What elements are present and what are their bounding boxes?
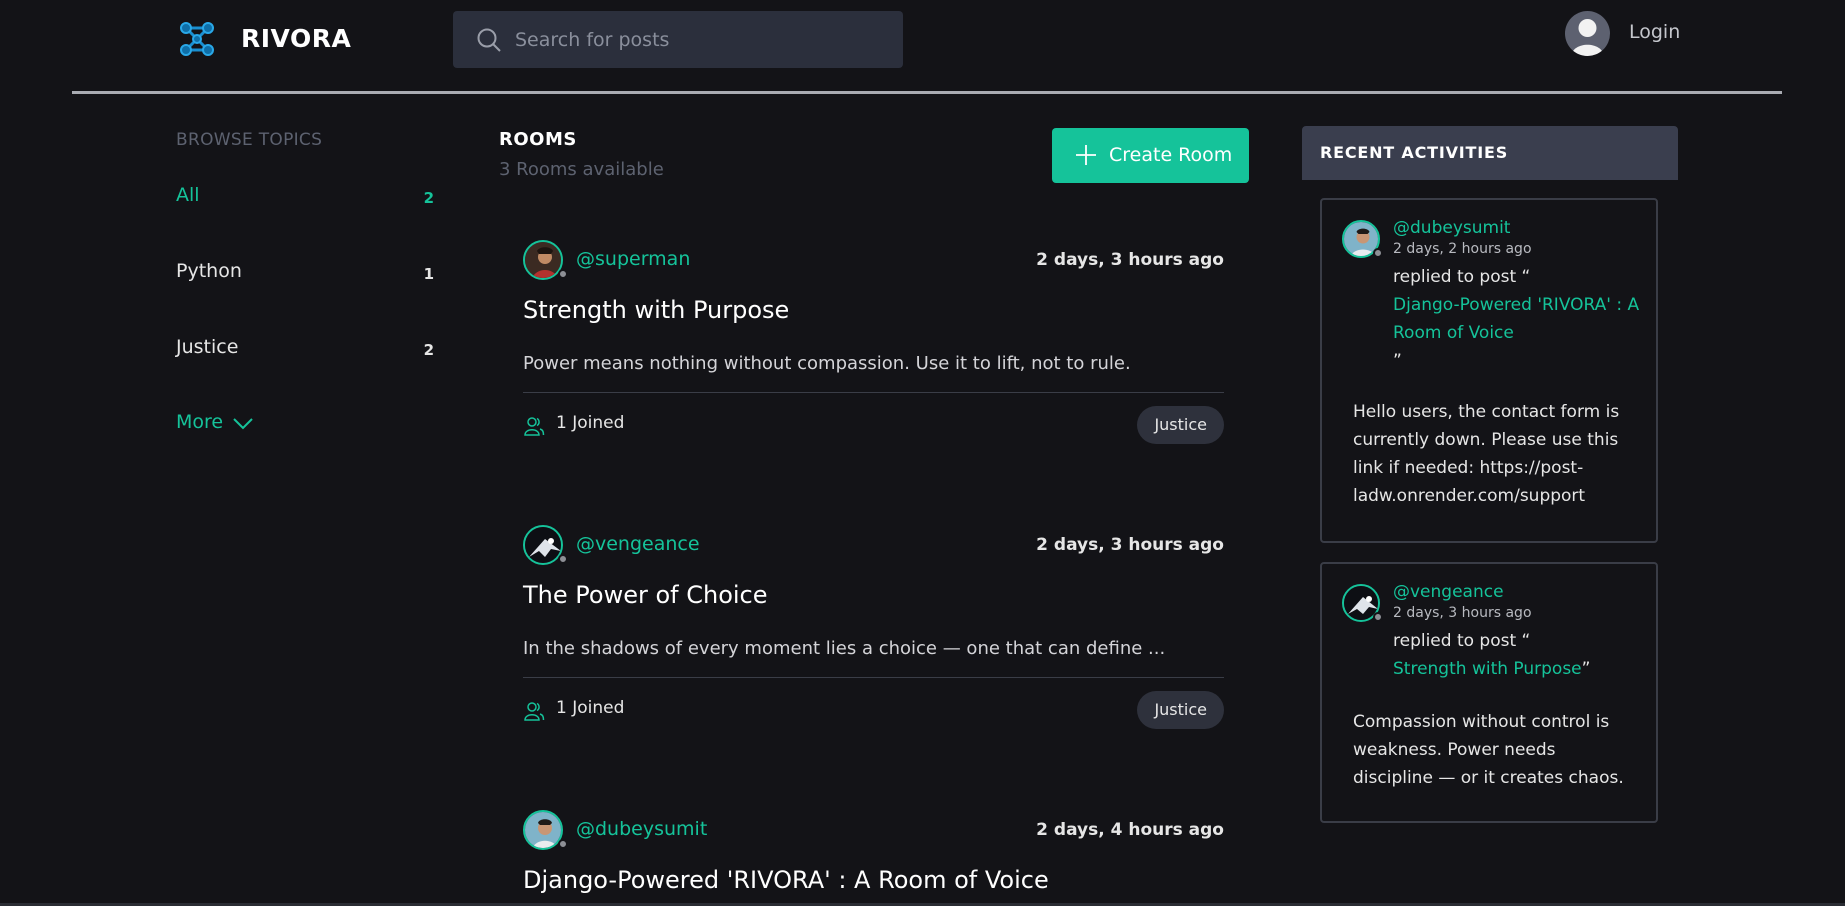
room-card: @superman 2 days, 3 hours ago Strength w… bbox=[523, 240, 1224, 450]
topic-item-all[interactable]: All 2 bbox=[176, 184, 434, 214]
replied-prefix: replied to post “ bbox=[1393, 267, 1531, 287]
create-room-label: Create Room bbox=[1109, 144, 1233, 166]
activity-card: @vengeance 2 days, 3 hours ago replied t… bbox=[1320, 562, 1658, 823]
top-navbar: RIVORA Login bbox=[0, 0, 1845, 96]
activity-message: Compassion without control is weakness. … bbox=[1353, 712, 1624, 788]
search-input[interactable] bbox=[515, 11, 885, 68]
replied-prefix: replied to post “ bbox=[1393, 631, 1531, 651]
room-title-link[interactable]: Django-Powered 'RIVORA' : A Room of Voic… bbox=[523, 866, 1049, 894]
room-divider bbox=[523, 677, 1224, 678]
recent-activities-header: RECENT ACTIVITIES bbox=[1302, 126, 1678, 180]
search-icon bbox=[477, 28, 501, 52]
create-room-button[interactable]: Create Room bbox=[1052, 128, 1249, 183]
room-card: @vengeance 2 days, 3 hours ago The Power… bbox=[523, 525, 1224, 735]
more-topics-link[interactable]: More bbox=[176, 411, 253, 433]
topic-count: 1 bbox=[423, 265, 434, 283]
room-title-link[interactable]: Strength with Purpose bbox=[523, 296, 789, 324]
activity-reply-line: replied to post “ Django-Powered 'RIVORA… bbox=[1393, 263, 1643, 375]
topic-name: Python bbox=[176, 260, 242, 282]
rooms-count: 3 Rooms available bbox=[499, 159, 664, 180]
brand-name[interactable]: RIVORA bbox=[241, 24, 351, 53]
replied-suffix: ” bbox=[1393, 351, 1402, 371]
room-host-link[interactable]: @superman bbox=[576, 248, 690, 270]
room-description: In the shadows of every moment lies a ch… bbox=[523, 638, 1166, 659]
topic-tag[interactable]: Justice bbox=[1137, 691, 1224, 729]
status-dot bbox=[558, 269, 568, 279]
users-icon bbox=[524, 417, 545, 436]
users-icon bbox=[524, 702, 545, 721]
activity-message: Hello users, the contact form is current… bbox=[1353, 402, 1620, 506]
user-avatar[interactable] bbox=[523, 810, 563, 850]
user-avatar[interactable] bbox=[523, 525, 563, 565]
activity-timestamp: 2 days, 3 hours ago bbox=[1393, 605, 1532, 621]
activity-timestamp: 2 days, 2 hours ago bbox=[1393, 241, 1532, 257]
more-label: More bbox=[176, 411, 224, 433]
room-timestamp: 2 days, 3 hours ago bbox=[1036, 250, 1224, 270]
activity-post-link[interactable]: Strength with Purpose bbox=[1393, 659, 1582, 679]
header-divider bbox=[72, 91, 1782, 94]
rooms-heading: ROOMS bbox=[499, 129, 577, 150]
rivora-logo-icon[interactable] bbox=[176, 18, 218, 60]
topic-count: 2 bbox=[423, 341, 434, 359]
activity-reply-line: replied to post “ Strength with Purpose” bbox=[1393, 627, 1643, 683]
topic-item-python[interactable]: Python 1 bbox=[176, 260, 434, 290]
room-timestamp: 2 days, 4 hours ago bbox=[1036, 820, 1224, 840]
activity-user-link[interactable]: @vengeance bbox=[1393, 582, 1504, 602]
topic-name: All bbox=[176, 184, 200, 206]
activity-post-link[interactable]: Django-Powered 'RIVORA' : A Room of Voic… bbox=[1393, 295, 1639, 343]
room-divider bbox=[523, 392, 1224, 393]
recent-activities-title: RECENT ACTIVITIES bbox=[1320, 143, 1509, 162]
search-bar bbox=[453, 11, 903, 68]
topic-name: Justice bbox=[176, 336, 239, 358]
joined-count: 1 Joined bbox=[556, 698, 625, 718]
chevron-down-icon bbox=[233, 418, 253, 430]
topic-tag[interactable]: Justice bbox=[1137, 406, 1224, 444]
status-dot bbox=[558, 554, 568, 564]
topic-count: 2 bbox=[423, 189, 434, 207]
replied-suffix: ” bbox=[1581, 659, 1591, 679]
room-card: @dubeysumit 2 days, 4 hours ago Django-P… bbox=[523, 810, 1224, 906]
room-host-link[interactable]: @dubeysumit bbox=[576, 818, 707, 840]
plus-icon bbox=[1076, 145, 1096, 165]
status-dot bbox=[558, 839, 568, 849]
room-description: Power means nothing without compassion. … bbox=[523, 353, 1131, 374]
activity-card: @dubeysumit 2 days, 2 hours ago replied … bbox=[1320, 198, 1658, 543]
user-silhouette-icon bbox=[1571, 19, 1604, 56]
browse-topics-heading: BROWSE TOPICS bbox=[176, 130, 323, 150]
joined-count: 1 Joined bbox=[556, 413, 625, 433]
room-host-link[interactable]: @vengeance bbox=[576, 533, 700, 555]
room-title-link[interactable]: The Power of Choice bbox=[523, 581, 768, 609]
topic-item-justice[interactable]: Justice 2 bbox=[176, 336, 434, 366]
activity-user-link[interactable]: @dubeysumit bbox=[1393, 218, 1510, 238]
user-avatar[interactable] bbox=[1565, 11, 1610, 56]
login-link[interactable]: Login bbox=[1629, 21, 1680, 43]
status-dot bbox=[1373, 612, 1383, 622]
user-avatar[interactable] bbox=[523, 240, 563, 280]
room-timestamp: 2 days, 3 hours ago bbox=[1036, 535, 1224, 555]
status-dot bbox=[1373, 248, 1383, 258]
